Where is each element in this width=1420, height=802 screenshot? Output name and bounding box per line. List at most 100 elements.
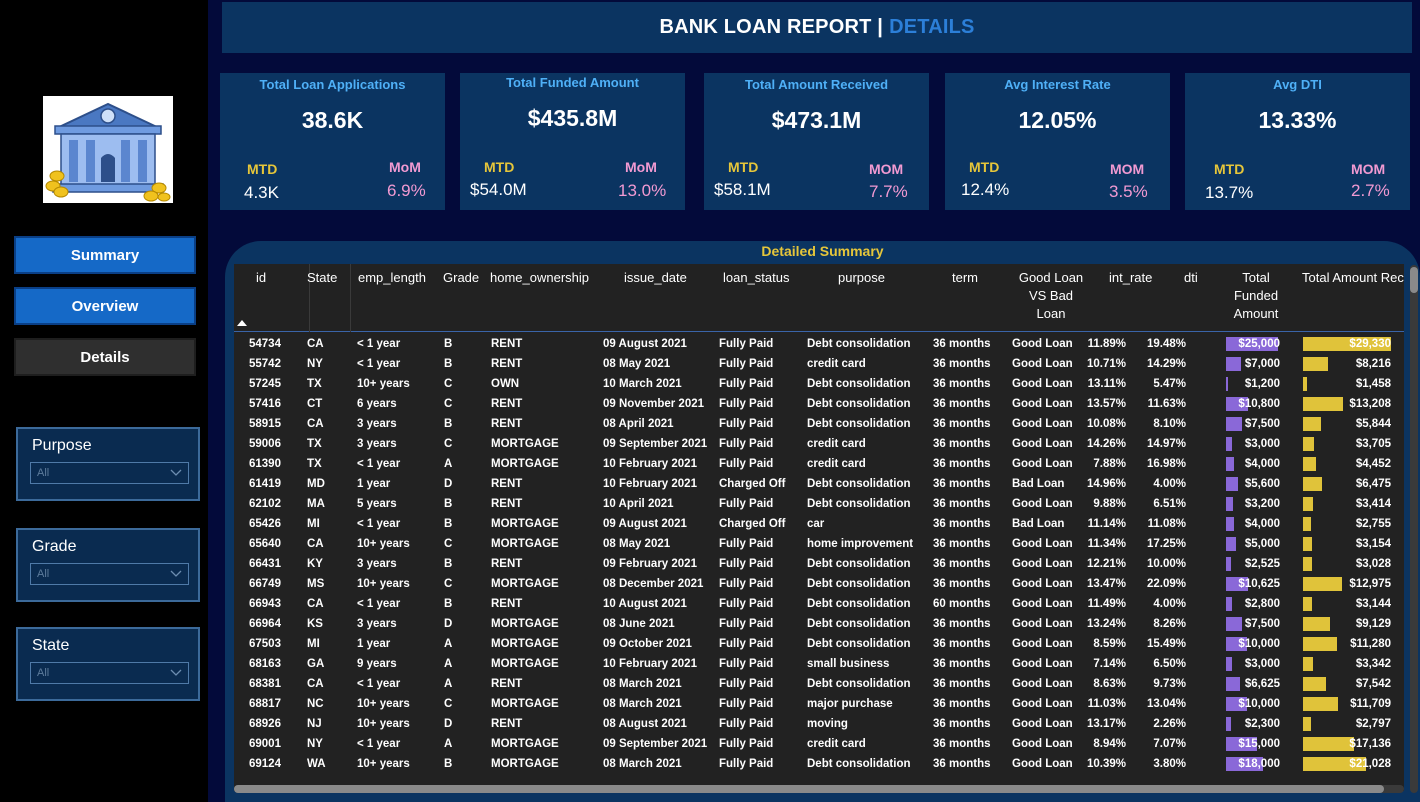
cell-issue-date: 08 May 2021 (603, 358, 671, 370)
table-row[interactable]: 61390 TX < 1 year A MORTGAGE 10 February 2021… (234, 454, 1404, 474)
table-row[interactable]: 65426 MI < 1 year B MORTGAGE 09 August 2021 Ch… (234, 514, 1404, 534)
col-header-grade[interactable]: Grade (443, 269, 479, 287)
cell-state: CT (307, 398, 323, 410)
funded-amount-bar (1226, 557, 1231, 571)
col-header-home-ownership[interactable]: home_ownership (490, 269, 589, 287)
table-row[interactable]: 58915 CA 3 years B RENT 08 April 2021 Fully Pa… (234, 414, 1404, 434)
cell-term: 36 months (933, 518, 991, 530)
cell-dti: 4.00% (1153, 598, 1186, 610)
state-dropdown[interactable]: All (30, 662, 189, 684)
cell-int-rate: 11.34% (1087, 538, 1126, 550)
cell-int-rate: 13.17% (1086, 718, 1126, 730)
state-slicer-title: State (32, 637, 70, 654)
funded-amount-bar (1226, 517, 1234, 531)
col-header-int-rate[interactable]: int_rate (1109, 269, 1152, 287)
received-amount-bar (1303, 517, 1311, 531)
table-row[interactable]: 66431 KY 3 years B RENT 09 February 2021 Fully… (234, 554, 1404, 574)
kpi-value: 13.33% (1258, 107, 1337, 133)
cell-int-rate: 8.59% (1093, 638, 1126, 650)
table-row[interactable]: 69001 NY < 1 year A MORTGAGE 09 September 202… (234, 734, 1404, 754)
col-header-issue-date[interactable]: issue_date (624, 269, 687, 287)
cell-total-amount-received: $6,475 (1355, 478, 1391, 490)
cell-id: 68926 (249, 718, 281, 730)
cell-id: 55742 (249, 358, 281, 370)
col-header-dti[interactable]: dti (1184, 269, 1198, 287)
cell-home-ownership: RENT (491, 358, 523, 370)
col-header-purpose[interactable]: purpose (838, 269, 885, 287)
purpose-dropdown[interactable]: All (30, 462, 189, 484)
cell-home-ownership: MORTGAGE (491, 698, 559, 710)
cell-purpose: car (807, 518, 825, 530)
table-row[interactable]: 59006 TX 3 years C MORTGAGE 09 September 2021… (234, 434, 1404, 454)
grade-dropdown[interactable]: All (30, 563, 189, 585)
horizontal-scrollbar[interactable] (234, 785, 1404, 793)
table-row[interactable]: 62102 MA 5 years B RENT 10 April 2021 Fully Pa… (234, 494, 1404, 514)
cell-emp-length: 6 years (357, 398, 397, 410)
col-header-id[interactable]: id (256, 269, 266, 287)
table-row[interactable]: 57416 CT 6 years C RENT 09 November 2021 Fully… (234, 394, 1404, 414)
col-header-term[interactable]: term (952, 269, 978, 287)
cell-total-amount-received: $8,216 (1355, 358, 1391, 370)
sort-ascending-icon[interactable] (237, 320, 247, 326)
cell-total-funded-amount: $10,625 (1238, 578, 1280, 590)
cell-term: 36 months (933, 658, 991, 670)
col-header-good-vs-bad[interactable]: Good Loan VS Bad Loan (1017, 269, 1085, 323)
table-row[interactable]: 68381 CA < 1 year A RENT 08 March 2021 Fully P… (234, 674, 1404, 694)
table-row[interactable]: 68817 NC 10+ years C MORTGAGE 08 March 2021 Fu… (234, 694, 1404, 714)
cell-home-ownership: MORTGAGE (491, 438, 559, 450)
table-row[interactable]: 68926 NJ 10+ years D RENT 08 August 2021 Fully… (234, 714, 1404, 734)
vertical-scrollbar-thumb[interactable] (1410, 267, 1418, 293)
kpi-avg-interest-rate: Avg Interest Rate 12.05% MTD MOM 12.4% 3… (945, 73, 1170, 210)
detailed-summary-panel: Detailed Summary id State emp_length Gra… (225, 241, 1420, 802)
cell-loan-status: Fully Paid (719, 658, 774, 670)
cell-emp-length: 10+ years (357, 538, 410, 550)
cell-grade: B (444, 598, 453, 610)
table-row[interactable]: 54734 CA < 1 year B RENT 09 August 2021 Fully … (234, 334, 1404, 354)
table-row[interactable]: 68163 GA 9 years A MORTGAGE 10 February 2021 F… (234, 654, 1404, 674)
horizontal-scrollbar-thumb[interactable] (234, 785, 1384, 793)
table-row[interactable]: 67503 MI 1 year A MORTGAGE 09 October 2021 Ful… (234, 634, 1404, 654)
details-button[interactable]: Details (14, 338, 196, 376)
table-row[interactable]: 66749 MS 10+ years C MORTGAGE 08 December 202… (234, 574, 1404, 594)
col-header-total-funded-amount[interactable]: Total Funded Amount (1231, 269, 1281, 323)
kpi-mtd-value: 4.3K (244, 183, 279, 202)
summary-button[interactable]: Summary (14, 236, 196, 274)
cell-home-ownership: RENT (491, 558, 523, 570)
col-header-emp-length[interactable]: emp_length (358, 269, 426, 287)
table-row[interactable]: 57245 TX 10+ years C OWN 10 March 2021 Fully P… (234, 374, 1404, 394)
cell-term: 36 months (933, 338, 991, 350)
cell-issue-date: 08 March 2021 (603, 678, 682, 690)
cell-term: 60 months (933, 598, 991, 610)
cell-loan-status: Fully Paid (719, 598, 774, 610)
col-header-state[interactable]: State (307, 269, 337, 287)
overview-button[interactable]: Overview (14, 287, 196, 325)
cell-state: CA (307, 418, 324, 430)
cell-loan-status: Fully Paid (719, 758, 774, 770)
cell-good-vs-bad: Good Loan (1012, 338, 1073, 350)
cell-total-funded-amount: $2,800 (1244, 598, 1280, 610)
col-header-loan-status[interactable]: loan_status (723, 269, 790, 287)
table-row[interactable]: 65640 CA 10+ years C MORTGAGE 08 May 2021 Full… (234, 534, 1404, 554)
col-header-total-amount-received[interactable]: Total Amount Rec (1302, 269, 1404, 287)
cell-purpose: home improvement (807, 538, 914, 550)
table-row[interactable]: 55742 NY < 1 year B RENT 08 May 2021 Fully Pai… (234, 354, 1404, 374)
col-header-funded-line2: Funded (1233, 288, 1279, 303)
cell-issue-date: 09 September 2021 (603, 738, 708, 750)
table-row[interactable]: 66943 CA < 1 year B RENT 10 August 2021 Fully … (234, 594, 1404, 614)
cell-total-amount-received: $2,755 (1355, 518, 1391, 530)
cell-int-rate: 13.24% (1086, 618, 1126, 630)
vertical-scrollbar[interactable] (1410, 265, 1418, 793)
page-title: BANK LOAN REPORT | DETAILS (222, 2, 1412, 53)
chevron-down-icon (170, 570, 182, 577)
sidebar: Summary Overview Details Purpose All Gra… (0, 0, 208, 802)
table-row[interactable]: 69124 WA 10+ years B MORTGAGE 08 March 2021 Fu… (234, 754, 1404, 774)
cell-home-ownership: MORTGAGE (491, 638, 559, 650)
table-row[interactable]: 61419 MD 1 year D RENT 10 February 2021 Charge… (234, 474, 1404, 494)
cell-term: 36 months (933, 478, 991, 490)
cell-id: 65426 (249, 518, 281, 530)
cell-good-vs-bad: Good Loan (1012, 758, 1073, 770)
col-header-good-vs-bad-line2: VS Bad Loan (1028, 288, 1074, 321)
cell-loan-status: Fully Paid (719, 578, 774, 590)
table-row[interactable]: 66964 KS 3 years D MORTGAGE 08 June 2021 Fully… (234, 614, 1404, 634)
cell-term: 36 months (933, 458, 991, 470)
